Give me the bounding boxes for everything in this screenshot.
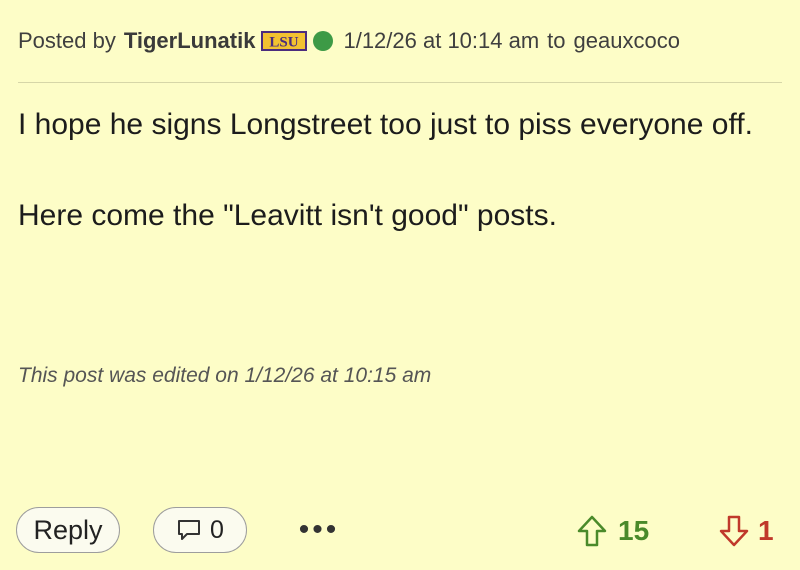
edited-note: This post was edited on 1/12/26 at 10:15…	[18, 364, 432, 387]
upvote-count: 15	[618, 515, 650, 546]
more-options-button[interactable]: •••	[294, 513, 344, 547]
online-dot-icon	[313, 31, 334, 51]
post-actions: Reply 0 ••• 15 1	[16, 507, 784, 555]
post-header: Posted by TigerLunatik LSU 1/12/26 at 10…	[18, 28, 680, 54]
author-username[interactable]: TigerLunatik	[124, 28, 256, 54]
lsu-logo-icon: LSU	[261, 31, 308, 51]
reply-button[interactable]: Reply	[16, 507, 120, 553]
post-body: I hope he signs Longstreet too just to p…	[18, 102, 758, 238]
team-logo-text: LSU	[270, 35, 299, 51]
comment-count-button[interactable]: 0	[153, 507, 247, 553]
posted-by-label: Posted by	[18, 28, 116, 53]
reply-to-user[interactable]: geauxcoco	[574, 28, 680, 54]
post-body-paragraph: Here come the "Leavitt isn't good" posts…	[18, 199, 557, 232]
reply-button-label: Reply	[33, 514, 103, 545]
post-timestamp[interactable]: 1/12/26 at 10:14 am	[343, 28, 539, 54]
upvote-button[interactable]: 15	[576, 509, 649, 553]
comment-bubble-icon	[178, 520, 201, 540]
comment-count: 0	[210, 515, 224, 544]
downvote-button[interactable]: 1	[718, 509, 774, 553]
post-body-paragraph: I hope he signs Longstreet too just to p…	[18, 108, 753, 141]
downvote-count: 1	[758, 515, 774, 546]
forum-post: Posted by TigerLunatik LSU 1/12/26 at 10…	[0, 0, 800, 570]
arrow-down-icon	[719, 515, 749, 547]
header-divider	[18, 82, 782, 83]
arrow-up-icon	[577, 515, 607, 547]
reply-to-label: to	[547, 28, 566, 53]
